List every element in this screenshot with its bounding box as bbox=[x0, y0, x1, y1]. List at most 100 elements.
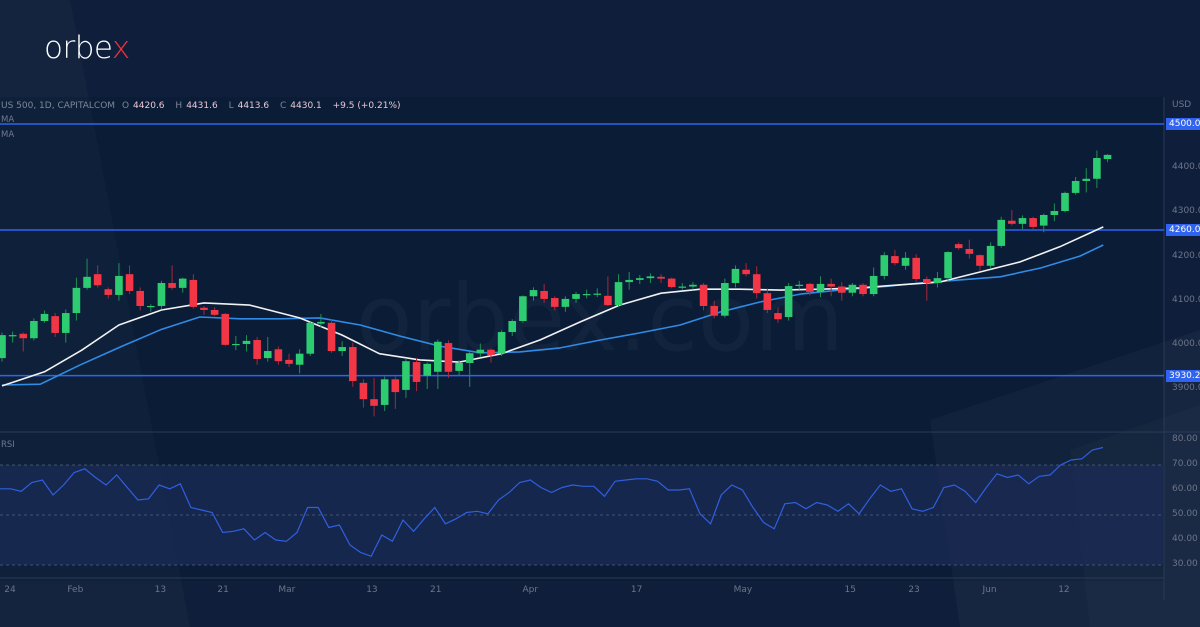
candle-up bbox=[572, 294, 580, 299]
candle-up bbox=[508, 320, 517, 333]
candle-down bbox=[359, 382, 368, 400]
low-value: 4413.6 bbox=[237, 101, 270, 111]
candle-down bbox=[253, 339, 261, 359]
candle-up bbox=[434, 341, 442, 372]
time-tick-label: 24 bbox=[4, 585, 16, 595]
candle-down bbox=[210, 309, 219, 315]
rsi-tick-label: 40.00 bbox=[1172, 534, 1198, 544]
close-value: 4430.1 bbox=[290, 101, 322, 111]
time-tick-label: 12 bbox=[1058, 585, 1070, 595]
price-level-tag: 4500.0 bbox=[1166, 118, 1200, 130]
candle-down bbox=[1029, 218, 1037, 227]
candle-up bbox=[295, 353, 304, 365]
currency-label: USD bbox=[1172, 100, 1192, 110]
high-value: 4431.6 bbox=[186, 101, 218, 111]
candle-up bbox=[901, 257, 910, 266]
candle-down bbox=[487, 349, 495, 356]
candle-up bbox=[721, 283, 729, 316]
candle-up bbox=[455, 362, 463, 371]
candle-up bbox=[402, 361, 410, 390]
candle-up bbox=[561, 298, 570, 307]
candle-up bbox=[232, 343, 240, 346]
candle-up bbox=[497, 332, 506, 354]
candle-up bbox=[72, 287, 81, 314]
candle-down bbox=[189, 279, 198, 307]
candle-down bbox=[1008, 220, 1016, 224]
time-tick-label: 23 bbox=[908, 585, 920, 595]
candle-up bbox=[423, 363, 431, 376]
candle-down bbox=[912, 257, 920, 280]
candle-up bbox=[30, 320, 38, 339]
candle-down bbox=[327, 322, 336, 352]
candle-up bbox=[338, 347, 346, 352]
candle-up bbox=[1018, 218, 1027, 224]
candle-up bbox=[1082, 178, 1091, 181]
candle-up bbox=[869, 275, 878, 295]
candle-up bbox=[646, 276, 655, 279]
candle-up bbox=[678, 286, 687, 288]
candle-down bbox=[604, 295, 612, 306]
candle-up bbox=[157, 283, 166, 306]
time-tick-label: Feb bbox=[67, 585, 84, 595]
candle-up bbox=[997, 219, 1006, 246]
candle-up bbox=[8, 335, 17, 337]
candle-down bbox=[954, 244, 963, 249]
price-tick-label: 4400.0 bbox=[1172, 162, 1200, 173]
candle-up bbox=[242, 340, 251, 344]
time-tick-label: May bbox=[733, 585, 753, 595]
candle-down bbox=[370, 399, 378, 406]
candle-up bbox=[465, 353, 474, 363]
time-tick-label: Apr bbox=[522, 585, 539, 595]
candle-down bbox=[976, 255, 984, 266]
rsi-tick-label: 30.00 bbox=[1172, 559, 1198, 569]
open-label: O bbox=[121, 101, 130, 111]
logo-text: orbe bbox=[44, 30, 112, 66]
ma-indicator-2[interactable]: MA bbox=[1, 130, 14, 140]
rsi-tick-label: 80.00 bbox=[1172, 434, 1198, 444]
close-label: C bbox=[279, 101, 287, 111]
candle-down bbox=[550, 298, 559, 307]
candle-up bbox=[582, 294, 591, 296]
candle-down bbox=[168, 283, 176, 288]
change-value: +9.5 (+0.21%) bbox=[332, 101, 401, 111]
candle-down bbox=[104, 289, 113, 295]
ma-indicator-1[interactable]: MA bbox=[1, 115, 14, 125]
candle-up bbox=[816, 283, 825, 292]
candle-down bbox=[391, 379, 400, 393]
candle-down bbox=[657, 276, 665, 279]
candle-down bbox=[710, 305, 719, 316]
price-level-tag: 4260.0 bbox=[1166, 224, 1200, 236]
price-tick-label: 4100.0 bbox=[1172, 294, 1200, 305]
candle-down bbox=[274, 349, 283, 362]
candle-up bbox=[263, 351, 272, 359]
candle-up bbox=[40, 313, 49, 321]
price-level-tag: 3930.2 bbox=[1166, 369, 1200, 382]
candle-up bbox=[689, 284, 697, 287]
candle-up bbox=[933, 278, 942, 284]
time-tick-label: 21 bbox=[217, 585, 229, 595]
candle-down bbox=[19, 333, 28, 339]
rsi-tick-label: 60.00 bbox=[1172, 484, 1198, 494]
candle-up bbox=[529, 290, 538, 297]
candle-down bbox=[806, 283, 814, 292]
rsi-label[interactable]: RSI bbox=[1, 440, 15, 450]
candle-down bbox=[752, 274, 761, 294]
candle-up bbox=[1071, 180, 1080, 193]
time-tick-label: 17 bbox=[630, 585, 643, 595]
candle-down bbox=[285, 359, 293, 364]
candle-down bbox=[774, 313, 782, 320]
chart-canvas[interactable]: orbex.com bbox=[0, 0, 1200, 627]
open-value: 4420.6 bbox=[133, 101, 165, 111]
rsi-tick-label: 70.00 bbox=[1172, 459, 1198, 469]
candle-down bbox=[444, 343, 453, 372]
candle-down bbox=[200, 307, 208, 310]
candle-up bbox=[317, 321, 325, 324]
candle-up bbox=[614, 282, 623, 306]
candle-up bbox=[593, 293, 602, 295]
candle-down bbox=[667, 278, 676, 287]
candle-down bbox=[742, 269, 750, 275]
time-tick-label: 15 bbox=[844, 585, 856, 595]
orbex-logo: orbex bbox=[44, 30, 130, 66]
candle-up bbox=[795, 284, 804, 286]
price-tick-label: 4200.0 bbox=[1172, 250, 1200, 261]
